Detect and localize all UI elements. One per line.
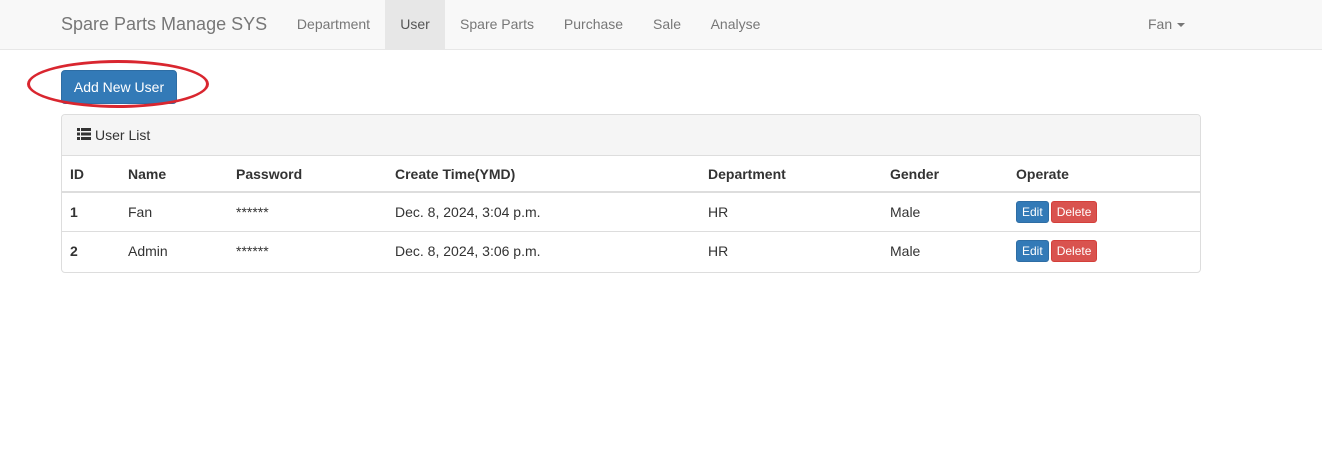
user-name: Fan — [1148, 16, 1173, 32]
edit-button[interactable]: Edit — [1016, 239, 1049, 262]
cell-name: Fan — [128, 203, 153, 220]
cell-name: Admin — [120, 230, 228, 270]
user-table: ID Name Password Create Time(YMD) Depart… — [62, 156, 1200, 270]
nav-item-user[interactable]: User — [385, 0, 445, 49]
cell-password: ****** — [228, 230, 387, 270]
column-header-gender: Gender — [882, 156, 1008, 193]
cell-operate: Edit Delete — [1008, 230, 1200, 270]
column-header-create-time: Create Time(YMD) — [387, 156, 700, 193]
cell-department: HR — [708, 203, 729, 220]
panel-title: User List — [95, 127, 151, 143]
cell-id: 1 — [70, 203, 78, 220]
user-dropdown[interactable]: Fan — [1148, 0, 1186, 49]
caret-down-icon — [1177, 23, 1186, 28]
column-header-department: Department — [700, 156, 882, 193]
brand-link[interactable]: Spare Parts Manage SYS — [61, 0, 267, 49]
nav-item-spare-parts[interactable]: Spare Parts — [445, 0, 549, 49]
cell-operate: Edit Delete — [1008, 192, 1200, 231]
add-new-user-button[interactable]: Add New User — [61, 70, 177, 104]
column-header-name: Name — [120, 156, 228, 193]
panel-heading: User List — [62, 115, 1200, 156]
delete-button[interactable]: Delete — [1050, 239, 1098, 262]
table-row: 2 Admin ****** Dec. 8, 2024, 3:06 p.m. H… — [62, 230, 1200, 270]
column-header-operate: Operate — [1008, 156, 1200, 193]
table-row: 1 Fan ****** Dec. 8, 2024, 3:04 p.m. HR … — [62, 192, 1200, 231]
cell-department: HR — [700, 230, 882, 270]
cell-gender: Male — [890, 203, 921, 220]
cell-gender: Male — [882, 230, 1008, 270]
cell-id: 2 — [62, 230, 120, 270]
column-header-password: Password — [228, 156, 387, 193]
edit-button[interactable]: Edit — [1016, 200, 1049, 223]
list-icon — [77, 115, 91, 155]
user-list-panel: User List ID Name Password Create Time(Y… — [61, 114, 1201, 273]
table-header-row: ID Name Password Create Time(YMD) Depart… — [62, 156, 1200, 193]
column-header-id: ID — [62, 156, 120, 193]
nav-item-purchase[interactable]: Purchase — [549, 0, 638, 49]
nav-item-department[interactable]: Department — [285, 0, 382, 49]
delete-button[interactable]: Delete — [1050, 200, 1098, 223]
cell-create-time: Dec. 8, 2024, 3:04 p.m. — [395, 203, 541, 220]
nav-item-analyse[interactable]: Analyse — [696, 0, 775, 49]
cell-create-time: Dec. 8, 2024, 3:06 p.m. — [387, 230, 700, 270]
cell-password: ****** — [236, 203, 269, 220]
top-navbar: Spare Parts Manage SYS Department User S… — [0, 0, 1322, 50]
nav-item-sale[interactable]: Sale — [638, 0, 696, 49]
